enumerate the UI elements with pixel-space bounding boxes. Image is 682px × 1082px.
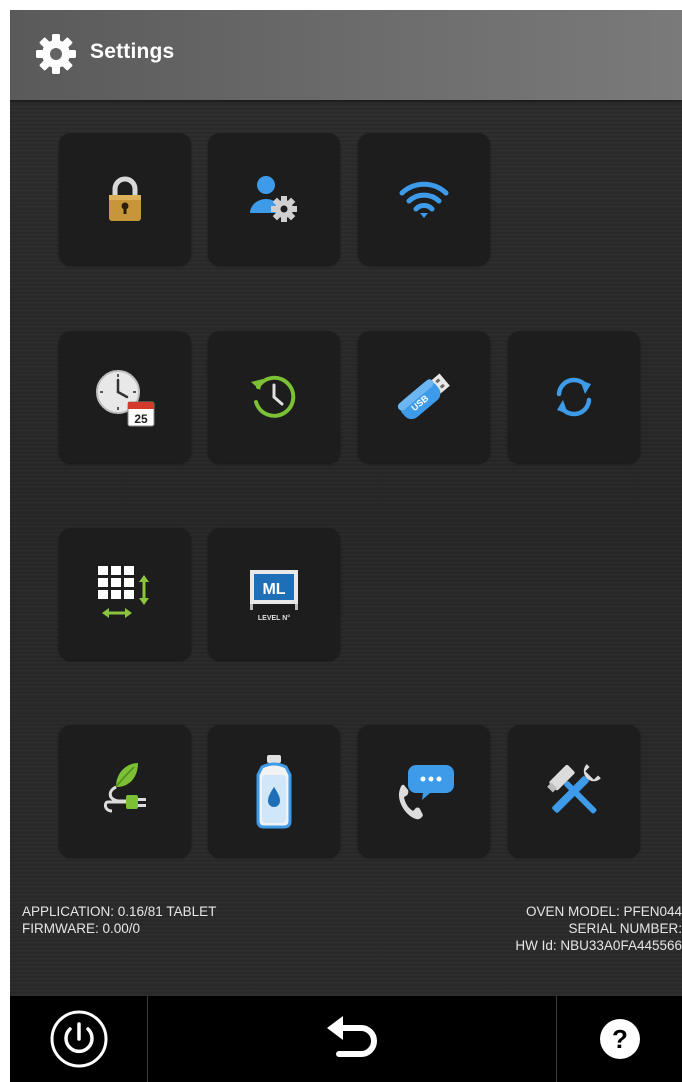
sync-tile[interactable] bbox=[508, 331, 640, 463]
settings-screen: Settings 25 USB ML LEVEL N° APPLICATION:… bbox=[10, 10, 682, 1082]
header-bar: Settings bbox=[10, 10, 682, 100]
sync-icon bbox=[556, 377, 592, 417]
calendar-day-text: 25 bbox=[134, 412, 148, 426]
eco-leaf-plug-icon bbox=[103, 763, 146, 813]
oven-model: OVEN MODEL: PFEN044 bbox=[525, 904, 682, 919]
page-title: Settings bbox=[90, 40, 175, 63]
help-button[interactable]: ? bbox=[557, 996, 682, 1082]
firmware-version: FIRMWARE: 0.00/0 bbox=[22, 921, 141, 936]
power-icon bbox=[50, 1010, 107, 1068]
app-info: APPLICATION: 0.16/81 TABLET FIRMWARE: 0.… bbox=[22, 903, 216, 937]
footer-bar: ? bbox=[10, 996, 682, 1082]
level-text: LEVEL N° bbox=[258, 614, 290, 622]
history-tile[interactable] bbox=[208, 331, 340, 463]
wrench-hammer-icon bbox=[547, 764, 601, 814]
keypad-tile[interactable] bbox=[59, 528, 191, 660]
lock-tile[interactable] bbox=[59, 133, 191, 265]
water-bottle-icon bbox=[256, 755, 292, 829]
back-button[interactable] bbox=[148, 996, 556, 1082]
padlock-icon bbox=[109, 176, 141, 221]
serial-number: SERIAL NUMBER: bbox=[568, 921, 682, 936]
water-tile[interactable] bbox=[208, 725, 340, 857]
help-icon: ? bbox=[599, 1019, 640, 1059]
phone-chat-icon bbox=[398, 765, 454, 820]
eco-tile[interactable] bbox=[59, 725, 191, 857]
ml-text: ML bbox=[262, 581, 285, 598]
clock-calendar-icon: 25 bbox=[96, 370, 155, 427]
user-settings-tile[interactable] bbox=[208, 133, 340, 265]
device-info: OVEN MODEL: PFEN044 SERIAL NUMBER: HW Id… bbox=[515, 903, 682, 954]
clock-history-icon bbox=[251, 375, 296, 418]
usb-drive-icon: USB bbox=[397, 373, 450, 420]
level-tile[interactable]: ML LEVEL N° bbox=[208, 528, 340, 660]
wifi-icon bbox=[399, 181, 449, 218]
wifi-tile[interactable] bbox=[358, 133, 490, 265]
help-glyph: ? bbox=[612, 1024, 628, 1054]
date-time-tile[interactable]: 25 bbox=[59, 331, 191, 463]
service-tile[interactable] bbox=[508, 725, 640, 857]
back-arrow-icon bbox=[327, 1016, 377, 1057]
keypad-resize-icon bbox=[98, 566, 149, 618]
support-tile[interactable] bbox=[358, 725, 490, 857]
power-button[interactable] bbox=[10, 996, 147, 1082]
hw-id: HW Id: NBU33A0FA445566 bbox=[515, 938, 682, 953]
ml-level-icon: ML LEVEL N° bbox=[250, 570, 298, 622]
gear-icon bbox=[36, 34, 76, 74]
user-gear-icon bbox=[250, 176, 297, 222]
usb-tile[interactable]: USB bbox=[358, 331, 490, 463]
application-version: APPLICATION: 0.16/81 TABLET bbox=[22, 904, 217, 919]
